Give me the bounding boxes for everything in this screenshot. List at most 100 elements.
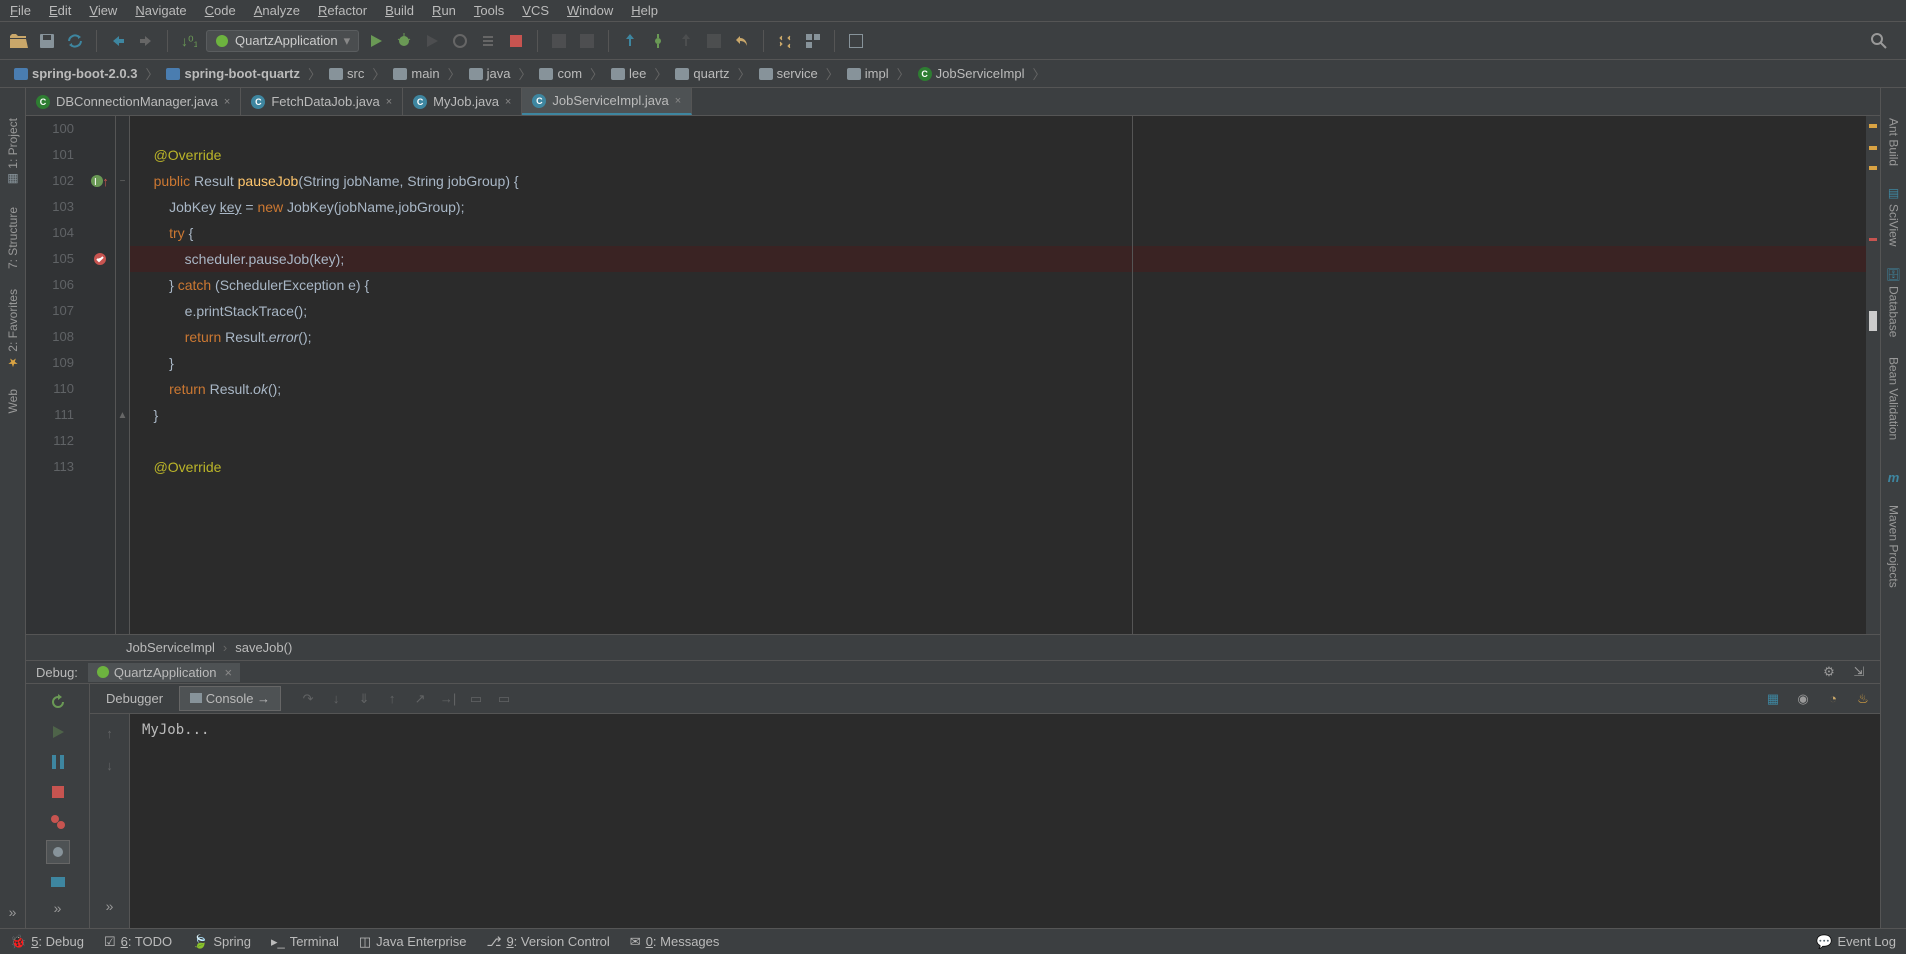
fold-icon[interactable] xyxy=(116,142,129,168)
mute-breakpoints-icon[interactable] xyxy=(46,840,70,864)
drop-frame-icon[interactable]: ↗ xyxy=(409,688,431,710)
fold-icon[interactable] xyxy=(116,272,129,298)
menu-tools[interactable]: Tools xyxy=(474,3,504,18)
editor-scrollbar[interactable] xyxy=(1866,116,1880,634)
crumb-spring-boot-quartz[interactable]: spring-boot-quartz xyxy=(160,64,306,83)
undo-icon[interactable] xyxy=(731,30,753,52)
fold-icon[interactable] xyxy=(116,116,129,142)
down-arrow-icon[interactable]: ↓ xyxy=(99,754,121,776)
settings-icon[interactable] xyxy=(774,30,796,52)
fold-icon[interactable] xyxy=(116,350,129,376)
step-into-icon[interactable]: ↓ xyxy=(325,688,347,710)
gutter-icon[interactable] xyxy=(84,298,115,324)
status-debug[interactable]: 🐞5: Debug xyxy=(10,934,84,950)
close-icon[interactable]: × xyxy=(505,96,511,108)
forward-icon[interactable] xyxy=(135,30,157,52)
gutter-icon[interactable] xyxy=(84,402,115,428)
fold-icon[interactable] xyxy=(116,376,129,402)
bean-validation-tool[interactable]: Bean Validation xyxy=(1887,357,1901,440)
gutter-icon[interactable] xyxy=(84,324,115,350)
close-icon[interactable]: × xyxy=(224,96,230,108)
crumb-impl[interactable]: impl xyxy=(841,64,895,83)
menu-refactor[interactable]: Refactor xyxy=(318,3,367,18)
camera-icon[interactable]: ◉ xyxy=(1792,688,1814,710)
crumb-java[interactable]: java xyxy=(463,64,517,83)
menu-build[interactable]: Build xyxy=(385,3,414,18)
run-configuration-selector[interactable]: QuartzApplication ▾ xyxy=(206,30,359,52)
close-icon[interactable]: × xyxy=(675,95,681,107)
menu-code[interactable]: Code xyxy=(205,3,236,18)
debug-icon[interactable] xyxy=(393,30,415,52)
target-icon[interactable]: ↓⁰₁ xyxy=(178,30,200,52)
status-versioncontrol[interactable]: ⎇9: Version Control xyxy=(486,934,609,950)
menu-edit[interactable]: Edit xyxy=(49,3,71,18)
layout-icon[interactable] xyxy=(845,30,867,52)
gutter-icon[interactable] xyxy=(84,220,115,246)
back-icon[interactable] xyxy=(107,30,129,52)
status-spring[interactable]: 🍃Spring xyxy=(192,934,251,950)
console-output[interactable]: MyJob... xyxy=(130,714,1880,930)
gutter-icon[interactable] xyxy=(84,454,115,480)
sync-icon[interactable] xyxy=(64,30,86,52)
close-icon[interactable]: × xyxy=(225,665,233,680)
gutter-icon[interactable] xyxy=(84,272,115,298)
crumb-com[interactable]: com xyxy=(533,64,588,83)
gear-icon[interactable]: ⚙ xyxy=(1818,661,1840,683)
menu-navigate[interactable]: Navigate xyxy=(135,3,186,18)
gutter-icon[interactable] xyxy=(84,116,115,142)
run-icon[interactable] xyxy=(365,30,387,52)
vcs-commit-icon[interactable] xyxy=(647,30,669,52)
gutter-icon[interactable] xyxy=(84,142,115,168)
menu-window[interactable]: Window xyxy=(567,3,613,18)
menu-file[interactable]: File xyxy=(10,3,31,18)
fold-icon[interactable] xyxy=(116,324,129,350)
database-tool[interactable]: 🗄Database xyxy=(1887,267,1901,338)
search-icon[interactable] xyxy=(1868,30,1890,52)
debugger-tab[interactable]: Debugger xyxy=(96,687,173,710)
gutter-icon[interactable] xyxy=(84,428,115,454)
web-tool[interactable]: Web xyxy=(6,389,20,413)
fold-icon[interactable] xyxy=(116,246,129,272)
view-breakpoints-icon[interactable] xyxy=(46,810,70,834)
code-area[interactable]: @Override public Result pauseJob(String … xyxy=(130,116,1866,634)
menu-vcs[interactable]: VCS xyxy=(522,3,549,18)
structure-icon[interactable] xyxy=(802,30,824,52)
flame-icon[interactable]: ♨ xyxy=(1852,688,1874,710)
force-step-icon[interactable]: ⇓ xyxy=(353,688,375,710)
gutter-icon[interactable]: I↑ xyxy=(84,168,115,194)
up-arrow-icon[interactable]: ↑ xyxy=(99,722,121,744)
stop-icon[interactable] xyxy=(505,30,527,52)
crumb-method[interactable]: saveJob() xyxy=(235,640,292,655)
gutter-icon[interactable] xyxy=(84,350,115,376)
crumb-main[interactable]: main xyxy=(387,64,445,83)
gutter-icon[interactable] xyxy=(84,246,115,272)
console-tab[interactable]: Console → xyxy=(179,686,281,711)
profile-icon[interactable] xyxy=(449,30,471,52)
ant-build-tool[interactable]: Ant Build xyxy=(1887,118,1901,166)
close-icon[interactable]: × xyxy=(386,96,392,108)
crumb-JobServiceImpl[interactable]: CJobServiceImpl xyxy=(912,64,1031,83)
project-tool[interactable]: ▦1: Project xyxy=(6,118,20,187)
more-icon[interactable]: » xyxy=(9,904,17,920)
tab-FetchDataJob.java[interactable]: CFetchDataJob.java× xyxy=(241,88,403,115)
pin-icon[interactable]: ⇲ xyxy=(1848,661,1870,683)
crumb-service[interactable]: service xyxy=(753,64,824,83)
debug-app-badge[interactable]: QuartzApplication × xyxy=(88,663,240,682)
fold-icon[interactable] xyxy=(116,220,129,246)
fold-icon[interactable]: − xyxy=(116,168,129,194)
save-icon[interactable] xyxy=(36,30,58,52)
more-debug-icon[interactable]: » xyxy=(54,900,62,916)
code-editor[interactable]: 1001011021031041051061071081091101111121… xyxy=(26,116,1880,634)
favorites-tool[interactable]: ★2: Favorites xyxy=(6,289,20,370)
fold-icon[interactable] xyxy=(116,454,129,480)
crumb-spring-boot-2.0.3[interactable]: spring-boot-2.0.3 xyxy=(8,64,143,83)
event-log[interactable]: 💬Event Log xyxy=(1816,934,1896,950)
meter-icon[interactable]: ◔ xyxy=(1822,688,1844,710)
status-messages[interactable]: ✉0: Messages xyxy=(630,934,720,950)
step-over-icon[interactable]: ↷ xyxy=(297,688,319,710)
fold-icon[interactable]: ▲ xyxy=(116,402,129,428)
step-out-icon[interactable]: ↑ xyxy=(381,688,403,710)
menu-run[interactable]: Run xyxy=(432,3,456,18)
status-todo[interactable]: ☑6: TODO xyxy=(104,934,172,950)
vcs-update-icon[interactable] xyxy=(619,30,641,52)
